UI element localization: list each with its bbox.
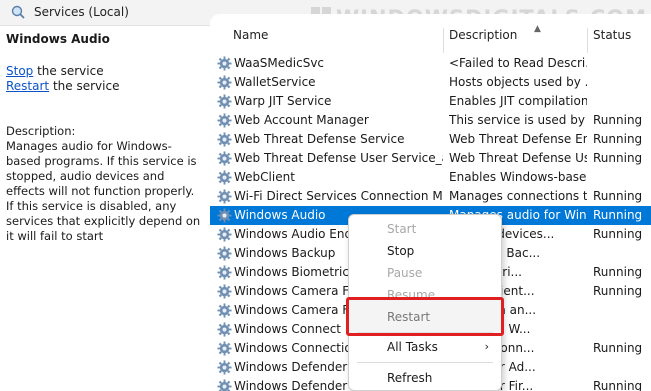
gear-icon <box>217 132 232 147</box>
service-row[interactable]: Web Threat Defense Service Web Threat Def… <box>210 130 651 149</box>
service-description: Hosts objects used by ... <box>449 75 587 89</box>
menu-label: All Tasks <box>387 340 438 354</box>
gear-icon <box>217 246 232 261</box>
service-status: Running <box>593 113 643 127</box>
gear-icon <box>217 227 232 242</box>
menu-item-start[interactable]: Start <box>349 218 501 240</box>
column-header-name[interactable]: Name <box>233 28 268 50</box>
description-text: Manages audio for Windows-based programs… <box>6 139 201 243</box>
service-row[interactable]: Web Account Manager This service is used … <box>210 111 651 130</box>
gear-icon <box>217 151 232 166</box>
gear-icon <box>217 284 232 299</box>
stop-service-link[interactable]: Stop <box>6 64 33 78</box>
gear-icon <box>217 113 232 128</box>
sort-ascending-icon[interactable]: ▲ <box>534 24 541 34</box>
restart-action-text: the service <box>49 79 120 93</box>
menu-item-all-tasks[interactable]: All Tasks › <box>349 336 501 358</box>
service-row[interactable]: Warp JIT Service Enables JIT compilation.… <box>210 92 651 111</box>
service-description: Description: Manages audio for Windows-b… <box>6 124 204 244</box>
column-divider[interactable] <box>443 28 444 53</box>
gear-icon <box>217 170 232 185</box>
menu-label: Pause <box>387 266 423 280</box>
service-name: WaaSMedicSvc <box>234 56 325 70</box>
service-description: Enables JIT compilation... <box>449 94 587 108</box>
service-status: Running <box>593 284 643 298</box>
service-name: Web Account Manager <box>234 113 369 127</box>
service-status: Running <box>593 341 643 355</box>
service-description: This service is used by ... <box>449 113 587 127</box>
menu-item-pause[interactable]: Pause <box>349 262 501 284</box>
service-description: Web Threat Defense En... <box>449 132 587 146</box>
gear-icon <box>217 341 232 356</box>
service-description: Enables Windows-base... <box>449 170 587 184</box>
gear-icon <box>217 265 232 280</box>
column-divider[interactable] <box>587 28 588 53</box>
gear-icon <box>217 303 232 318</box>
menu-label: Stop <box>387 244 415 258</box>
service-status: Running <box>593 379 643 391</box>
stop-action: Stop the service <box>6 64 104 78</box>
service-description: Manages connections t... <box>449 189 587 203</box>
gear-icon <box>217 322 232 337</box>
restart-action: Restart the service <box>6 79 119 93</box>
service-row[interactable]: WebClient Enables Windows-base... <box>210 168 651 187</box>
service-name: Web Threat Defense User Service_a16... <box>234 151 443 165</box>
service-status: Running <box>593 132 643 146</box>
service-row[interactable]: Web Threat Defense User Service_a16... We… <box>210 149 651 168</box>
service-status: Running <box>593 189 643 203</box>
service-name: WebClient <box>234 170 295 184</box>
service-status: Running <box>593 151 643 165</box>
service-row[interactable]: Wi-Fi Direct Services Connection Ma... Ma… <box>210 187 651 206</box>
selected-service-name: Windows Audio <box>6 32 110 46</box>
service-status: Running <box>593 265 643 279</box>
menu-label: Refresh <box>387 371 433 385</box>
description-label: Description: <box>6 124 76 138</box>
service-name: Wi-Fi Direct Services Connection Ma... <box>234 189 443 203</box>
service-name: WalletService <box>234 75 316 89</box>
service-description: <Failed to Read Descri... <box>449 56 587 70</box>
stop-action-text: the service <box>33 64 104 78</box>
gear-icon <box>217 360 232 375</box>
gear-icon <box>217 189 232 204</box>
gear-icon <box>217 208 232 223</box>
restart-service-link[interactable]: Restart <box>6 79 49 93</box>
menu-separator <box>357 362 493 363</box>
menu-item-stop[interactable]: Stop <box>349 240 501 262</box>
gear-icon <box>217 94 232 109</box>
services-magnifier-icon <box>11 5 25 19</box>
restart-highlight-box <box>346 297 504 336</box>
service-status: Running <box>593 227 643 241</box>
column-header-status[interactable]: Status <box>593 28 631 50</box>
service-name: Warp JIT Service <box>234 94 332 108</box>
service-details-pane: Windows Audio Stop the service Restart t… <box>0 26 210 391</box>
service-row[interactable]: WaaSMedicSvc <Failed to Read Descri... <box>210 54 651 73</box>
menu-label: Start <box>387 222 417 236</box>
gear-icon <box>217 75 232 90</box>
gear-icon <box>217 56 232 71</box>
column-header-description[interactable]: Description <box>449 28 517 50</box>
submenu-chevron-icon: › <box>484 340 489 353</box>
menu-item-refresh[interactable]: Refresh <box>349 367 501 389</box>
service-description: Web Threat Defense Us... <box>449 151 587 165</box>
window-title: Services (Local) <box>34 5 129 19</box>
service-status: Running <box>593 208 643 222</box>
service-name: Web Threat Defense Service <box>234 132 405 146</box>
gear-icon <box>217 379 232 391</box>
service-row[interactable]: WalletService Hosts objects used by ... <box>210 73 651 92</box>
